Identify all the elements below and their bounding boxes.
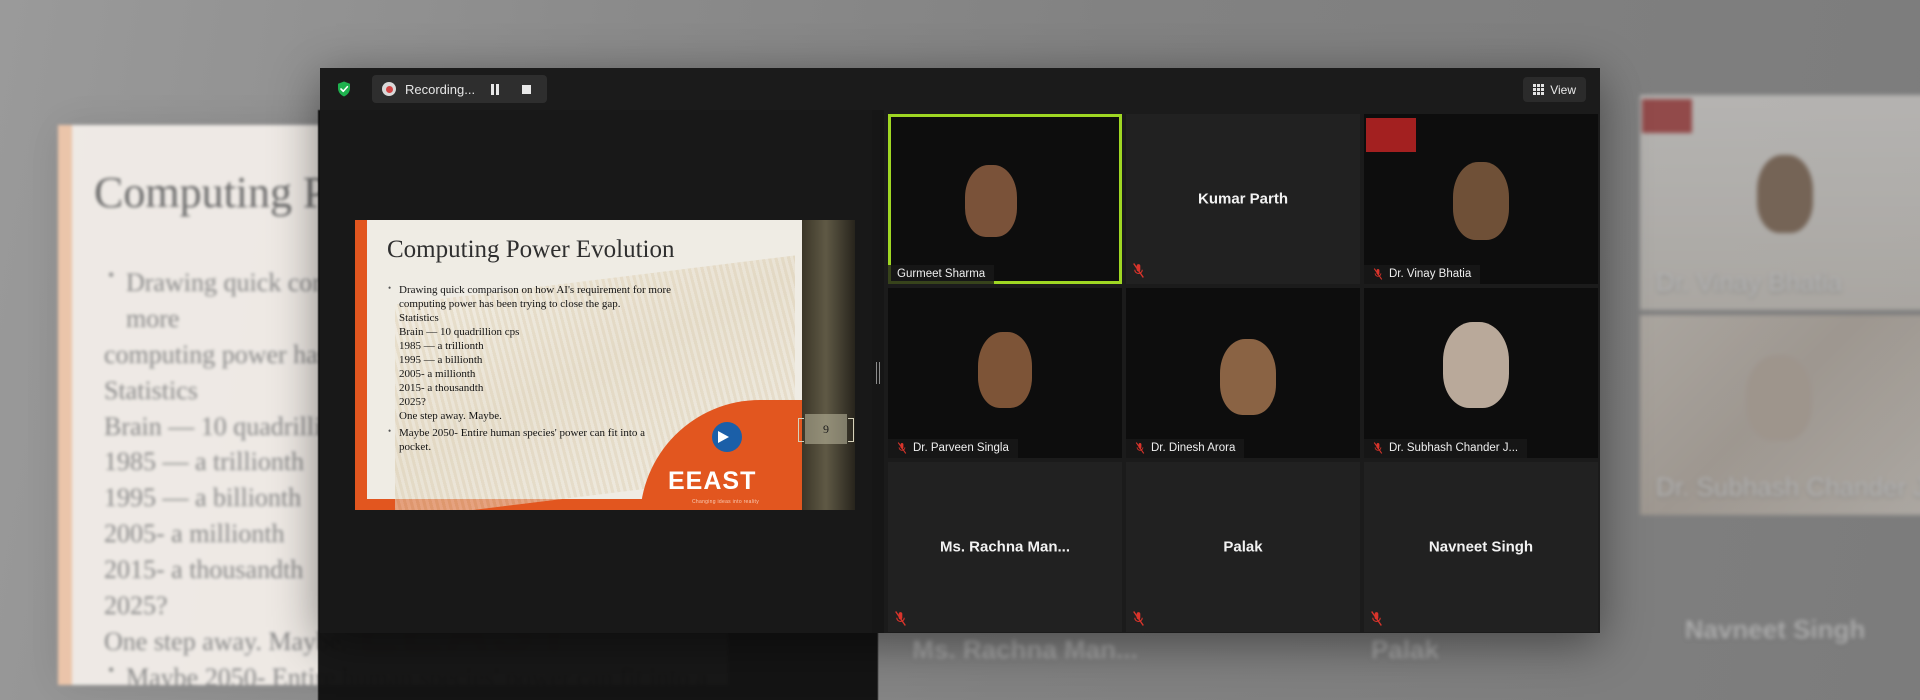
zoom-meeting-window: Recording... View Computing Power Evolut… <box>320 68 1600 633</box>
participant-name: Dr. Subhash Chander J... <box>1389 442 1519 454</box>
presentation-slide: Computing Power Evolution Drawing quick … <box>355 220 802 510</box>
mic-muted-icon <box>1373 268 1383 280</box>
slide-body-line: computing power has been trying to close… <box>399 297 621 310</box>
participant-name: Dr. Vinay Bhatia <box>1389 268 1472 280</box>
participant-tile-palak[interactable]: Palak <box>1126 462 1360 632</box>
recording-label: Recording... <box>405 81 476 97</box>
shared-screen-stage: Computing Power Evolution Drawing quick … <box>355 220 855 510</box>
participant-name-plate: Dr. Dinesh Arora <box>1126 439 1245 458</box>
background-slide-line: 1985 — a trillionth <box>104 447 305 477</box>
background-tile-name: Navneet Singh <box>1684 614 1866 645</box>
participant-name: Kumar Parth <box>1197 190 1289 208</box>
divider-grip-handle[interactable] <box>876 362 880 384</box>
background-slide-line: One step away. Maybe. <box>104 626 348 656</box>
shared-screen-region[interactable]: Computing Power Evolution Drawing quick … <box>320 110 872 633</box>
participant-name-plate: Dr. Subhash Chander J... <box>1364 439 1528 458</box>
eeast-mark-icon <box>712 422 742 452</box>
background-slide-line: 2025? <box>104 590 168 620</box>
participant-name: Navneet Singh <box>1428 538 1534 556</box>
background-tile-subhash-chander: Dr. Subhash Chander J... <box>1640 315 1920 515</box>
participant-name-plate: Dr. Vinay Bhatia <box>1364 265 1481 284</box>
background-slide-accent-strip <box>58 125 72 685</box>
mic-muted-icon <box>897 442 907 454</box>
participant-name: Dr. Parveen Singla <box>913 442 1009 454</box>
background-tile-name: Dr. Subhash Chander J... <box>1656 472 1920 502</box>
eeast-logo-text: EEAST <box>668 467 757 495</box>
background-tile-vinay-bhatia: Dr. Vinay Bhatia <box>1640 95 1920 310</box>
participant-gallery: Gurmeet Sharma Kumar Parth Dr. Vinay Bhati… <box>884 110 1600 633</box>
recording-indicator: Recording... <box>372 75 548 103</box>
view-button-label: View <box>1550 82 1576 97</box>
mic-muted-icon <box>1133 611 1144 626</box>
participant-tile-dr-subhash-chander-j[interactable]: Dr. Subhash Chander J... <box>1364 288 1598 458</box>
participant-name: Palak <box>1223 538 1263 556</box>
slide-body-line: Brain — 10 quadrillion cps <box>399 325 520 338</box>
slide-body-line: Statistics <box>399 311 439 324</box>
participant-tile-navneet-singh[interactable]: Navneet Singh <box>1364 462 1598 632</box>
participant-tile-dr-vinay-bhatia[interactable]: Dr. Vinay Bhatia <box>1364 114 1598 284</box>
slide-side-strip: 9 <box>798 220 855 510</box>
grid-view-icon <box>1533 84 1545 95</box>
security-shield-icon[interactable] <box>334 79 354 99</box>
slide-accent-bar-left <box>355 220 367 510</box>
meeting-top-bar: Recording... View <box>320 68 1600 110</box>
slide-number-indicator: 9 <box>798 414 854 444</box>
background-tile-navneet-singh: Navneet Singh <box>1620 560 1920 700</box>
stop-recording-button[interactable] <box>515 78 537 100</box>
participant-tile-ms-rachna-man[interactable]: Ms. Rachna Man... <box>888 462 1122 632</box>
participant-tile-dr-dinesh-arora[interactable]: Dr. Dinesh Arora <box>1126 288 1360 458</box>
background-tile-name: Ms. Rachna Man... <box>912 634 1138 665</box>
slide-title: Computing Power Evolution <box>387 236 675 263</box>
participant-tile-dr-parveen-singla[interactable]: Dr. Parveen Singla <box>888 288 1122 458</box>
participant-name: Dr. Dinesh Arora <box>1151 442 1236 454</box>
record-dot-icon <box>382 82 396 96</box>
participant-name: Ms. Rachna Man... <box>939 538 1071 556</box>
stop-icon <box>521 84 531 94</box>
participant-name: Gurmeet Sharma <box>897 268 986 280</box>
panel-divider[interactable] <box>872 110 884 633</box>
eeast-logo-tagline: Changing ideas into reality <box>692 499 760 505</box>
participant-tile-gurmeet-sharma[interactable]: Gurmeet Sharma <box>888 114 1122 284</box>
slide-body-line: 1985 — a trillionth <box>399 339 484 352</box>
slide-body-line: Maybe 2050- Entire human species' power … <box>399 426 646 439</box>
slide-body-line: 2005- a millionth <box>399 367 476 380</box>
mic-muted-icon <box>1135 442 1145 454</box>
mic-muted-icon <box>1133 263 1144 278</box>
slide-body-line: pocket. <box>399 440 432 453</box>
mic-muted-icon <box>895 611 906 626</box>
slide-body-line: 2015- a thousandth <box>399 381 484 394</box>
background-slide-line: 2005- a millionth <box>104 519 285 549</box>
pause-icon <box>491 83 500 95</box>
pause-recording-button[interactable] <box>484 78 506 100</box>
mic-muted-icon <box>1373 442 1383 454</box>
participant-name-plate: Gurmeet Sharma <box>888 265 995 284</box>
background-slide-line: 2015- a thousandth <box>104 555 304 584</box>
participant-name-plate: Dr. Parveen Singla <box>888 439 1018 458</box>
view-button[interactable]: View <box>1523 77 1586 102</box>
background-slide-line: 1995 — a billionth <box>104 483 302 513</box>
background-tile-name: Dr. Vinay Bhatia <box>1656 267 1842 297</box>
mic-muted-icon <box>1371 611 1382 626</box>
background-slide-line: Statistics <box>104 375 198 405</box>
participant-tile-kumar-parth[interactable]: Kumar Parth <box>1126 114 1360 284</box>
slide-body-line: 2025? <box>399 395 426 408</box>
background-tile-name: Palak <box>1371 634 1439 665</box>
slide-body-line: 1995 — a billionth <box>399 353 483 366</box>
slide-body-line: Drawing quick comparison on how AI's req… <box>399 284 672 296</box>
slide-body-line: One step away. Maybe. <box>399 409 502 422</box>
